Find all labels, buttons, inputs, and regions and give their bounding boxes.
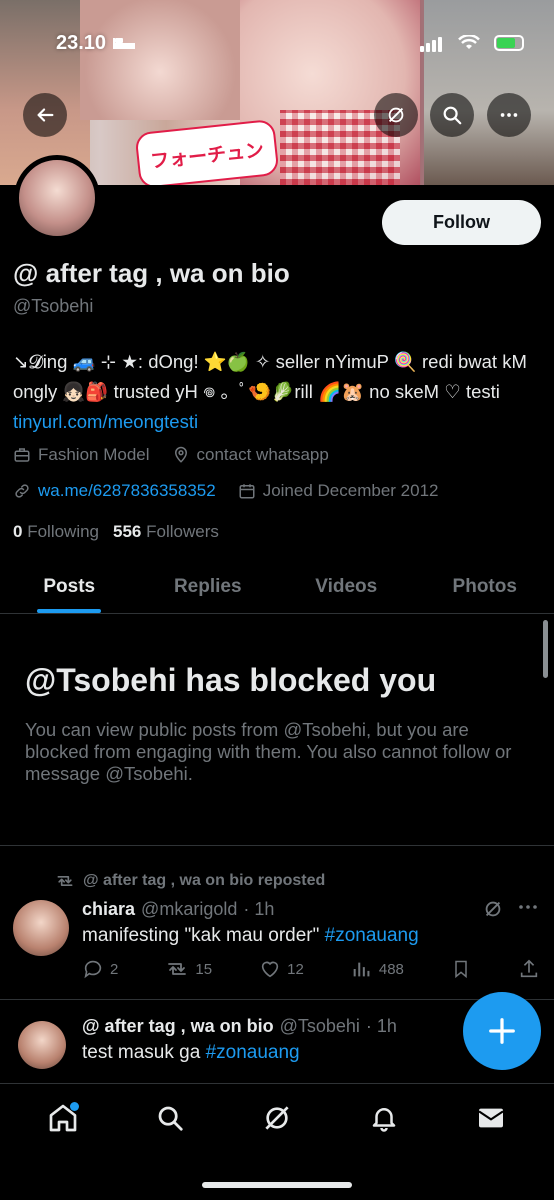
bell-icon: [372, 1108, 396, 1132]
tab-videos[interactable]: Videos: [277, 560, 416, 613]
nav-notifications[interactable]: [362, 1096, 406, 1140]
repost-icon: [168, 963, 187, 975]
post-avatar[interactable]: [13, 900, 69, 956]
post-header: @ after tag , wa on bio @Tsobehi · 1h: [82, 1016, 397, 1037]
post-author-name[interactable]: @ after tag , wa on bio: [82, 1016, 274, 1037]
back-button[interactable]: [23, 93, 67, 137]
bio-text: ↘𝓓ing 🚙 ⊹ ★: dOng! ⭐🍏 ✧ seller nYimuP 🍭 …: [13, 351, 527, 402]
blocked-title: @Tsobehi has blocked you: [25, 662, 437, 698]
calendar-icon: [239, 484, 255, 499]
views-button[interactable]: 488: [351, 958, 404, 980]
repost-icon: [57, 875, 73, 886]
section-divider: [0, 845, 554, 846]
grok-icon: [485, 901, 501, 917]
like-button[interactable]: 12: [259, 958, 304, 980]
scrollbar[interactable]: [543, 620, 548, 678]
profile-handle: @Tsobehi: [13, 296, 94, 316]
status-bar: 23.10: [0, 28, 554, 58]
post-text: manifesting "kak mau order" #zonauang: [82, 925, 419, 946]
location-pin-icon: [174, 446, 187, 463]
post-text: test masuk ga #zonauang: [82, 1042, 300, 1063]
joined: Joined December 2012: [238, 481, 439, 501]
reply-icon: [84, 960, 102, 979]
analytics-icon: [353, 962, 370, 977]
more-icon: [519, 905, 537, 909]
followers-count[interactable]: 556 Followers: [113, 522, 219, 542]
search-icon: [158, 1106, 183, 1131]
search-icon: [443, 106, 462, 125]
bookmark-icon: [455, 960, 467, 979]
category-label: Fashion Model: [38, 445, 150, 464]
signal-icon: [420, 34, 444, 52]
heart-icon: [261, 961, 279, 978]
post-author-handle[interactable]: @Tsobehi: [280, 1016, 360, 1037]
follow-button[interactable]: Follow: [382, 200, 541, 245]
briefcase-icon: [14, 448, 30, 462]
post-header: chiara @mkarigold · 1h: [82, 899, 274, 920]
profile-meta-row-1: Fashion Model contact whatsapp: [13, 445, 329, 465]
post-author-handle[interactable]: @mkarigold: [141, 899, 237, 920]
nav-search[interactable]: [148, 1096, 192, 1140]
bio-link[interactable]: tinyurl.com/meongtesti: [13, 411, 198, 432]
repost-button[interactable]: 15: [165, 958, 212, 980]
category: Fashion Model: [13, 445, 150, 465]
grok-icon: [265, 1106, 289, 1130]
website[interactable]: wa.me/6287836358352: [13, 481, 216, 501]
grok-icon: [388, 107, 404, 123]
following-count[interactable]: 0 Following: [13, 522, 99, 542]
nav-grok[interactable]: [255, 1096, 299, 1140]
grok-button[interactable]: [374, 93, 418, 137]
repost-label: @ after tag , wa on bio reposted: [55, 872, 325, 890]
post-hashtag[interactable]: #zonauang: [206, 1042, 300, 1063]
profile-bio: ↘𝓓ing 🚙 ⊹ ★: dOng! ⭐🍏 ✧ seller nYimuP 🍭 …: [13, 347, 538, 437]
location-label: contact whatsapp: [196, 445, 329, 464]
post-divider: [0, 999, 554, 1000]
post-time: · 1h: [243, 899, 275, 919]
tab-replies[interactable]: Replies: [139, 560, 278, 613]
bottom-navigation: [0, 1083, 554, 1200]
nav-messages[interactable]: [469, 1096, 513, 1140]
profile-avatar[interactable]: [14, 155, 100, 241]
plus-icon: [489, 1018, 515, 1044]
search-button[interactable]: [430, 93, 474, 137]
reply-button[interactable]: 2: [82, 958, 118, 980]
banner-photo-face: [80, 0, 240, 120]
profile-tabs: Posts Replies Videos Photos: [0, 560, 554, 614]
profile-display-name: @ after tag , wa on bio: [13, 258, 290, 288]
post-author-name[interactable]: chiara: [82, 899, 135, 920]
status-time: 23.10: [56, 31, 107, 54]
post-grok-button[interactable]: [482, 898, 504, 926]
joined-label: Joined December 2012: [262, 481, 439, 500]
post-hashtag[interactable]: #zonauang: [325, 925, 419, 946]
share-button[interactable]: [518, 958, 540, 980]
bookmark-button[interactable]: [451, 958, 471, 980]
tab-posts[interactable]: Posts: [0, 560, 139, 613]
more-icon: [500, 113, 518, 117]
website-link[interactable]: wa.me/6287836358352: [38, 481, 216, 501]
home-indicator[interactable]: [202, 1182, 352, 1188]
post-actions: 2 15 12 488: [82, 958, 540, 980]
share-icon: [520, 959, 538, 978]
nav-home[interactable]: [41, 1096, 85, 1140]
profile-meta-row-2: wa.me/6287836358352 Joined December 2012: [13, 481, 438, 501]
arrow-left-icon: [37, 108, 54, 122]
banner-sticker: フォーチュン: [134, 118, 280, 185]
battery-icon: [494, 35, 524, 51]
wifi-icon: [458, 35, 480, 49]
blocked-message: You can view public posts from @Tsobehi,…: [25, 719, 512, 784]
post-time: · 1h: [365, 1016, 397, 1036]
post-avatar[interactable]: [18, 1021, 66, 1069]
location: contact whatsapp: [172, 445, 329, 465]
compose-button[interactable]: [463, 992, 541, 1070]
active-tab-indicator: [37, 609, 102, 613]
tab-photos[interactable]: Photos: [416, 560, 554, 613]
follow-counts: 0 Following 556 Followers: [13, 522, 219, 542]
link-icon: [15, 484, 29, 498]
mail-icon: [477, 1108, 504, 1128]
post-more-button[interactable]: [516, 895, 540, 925]
sleep-icon: [113, 38, 136, 49]
more-button[interactable]: [487, 93, 531, 137]
